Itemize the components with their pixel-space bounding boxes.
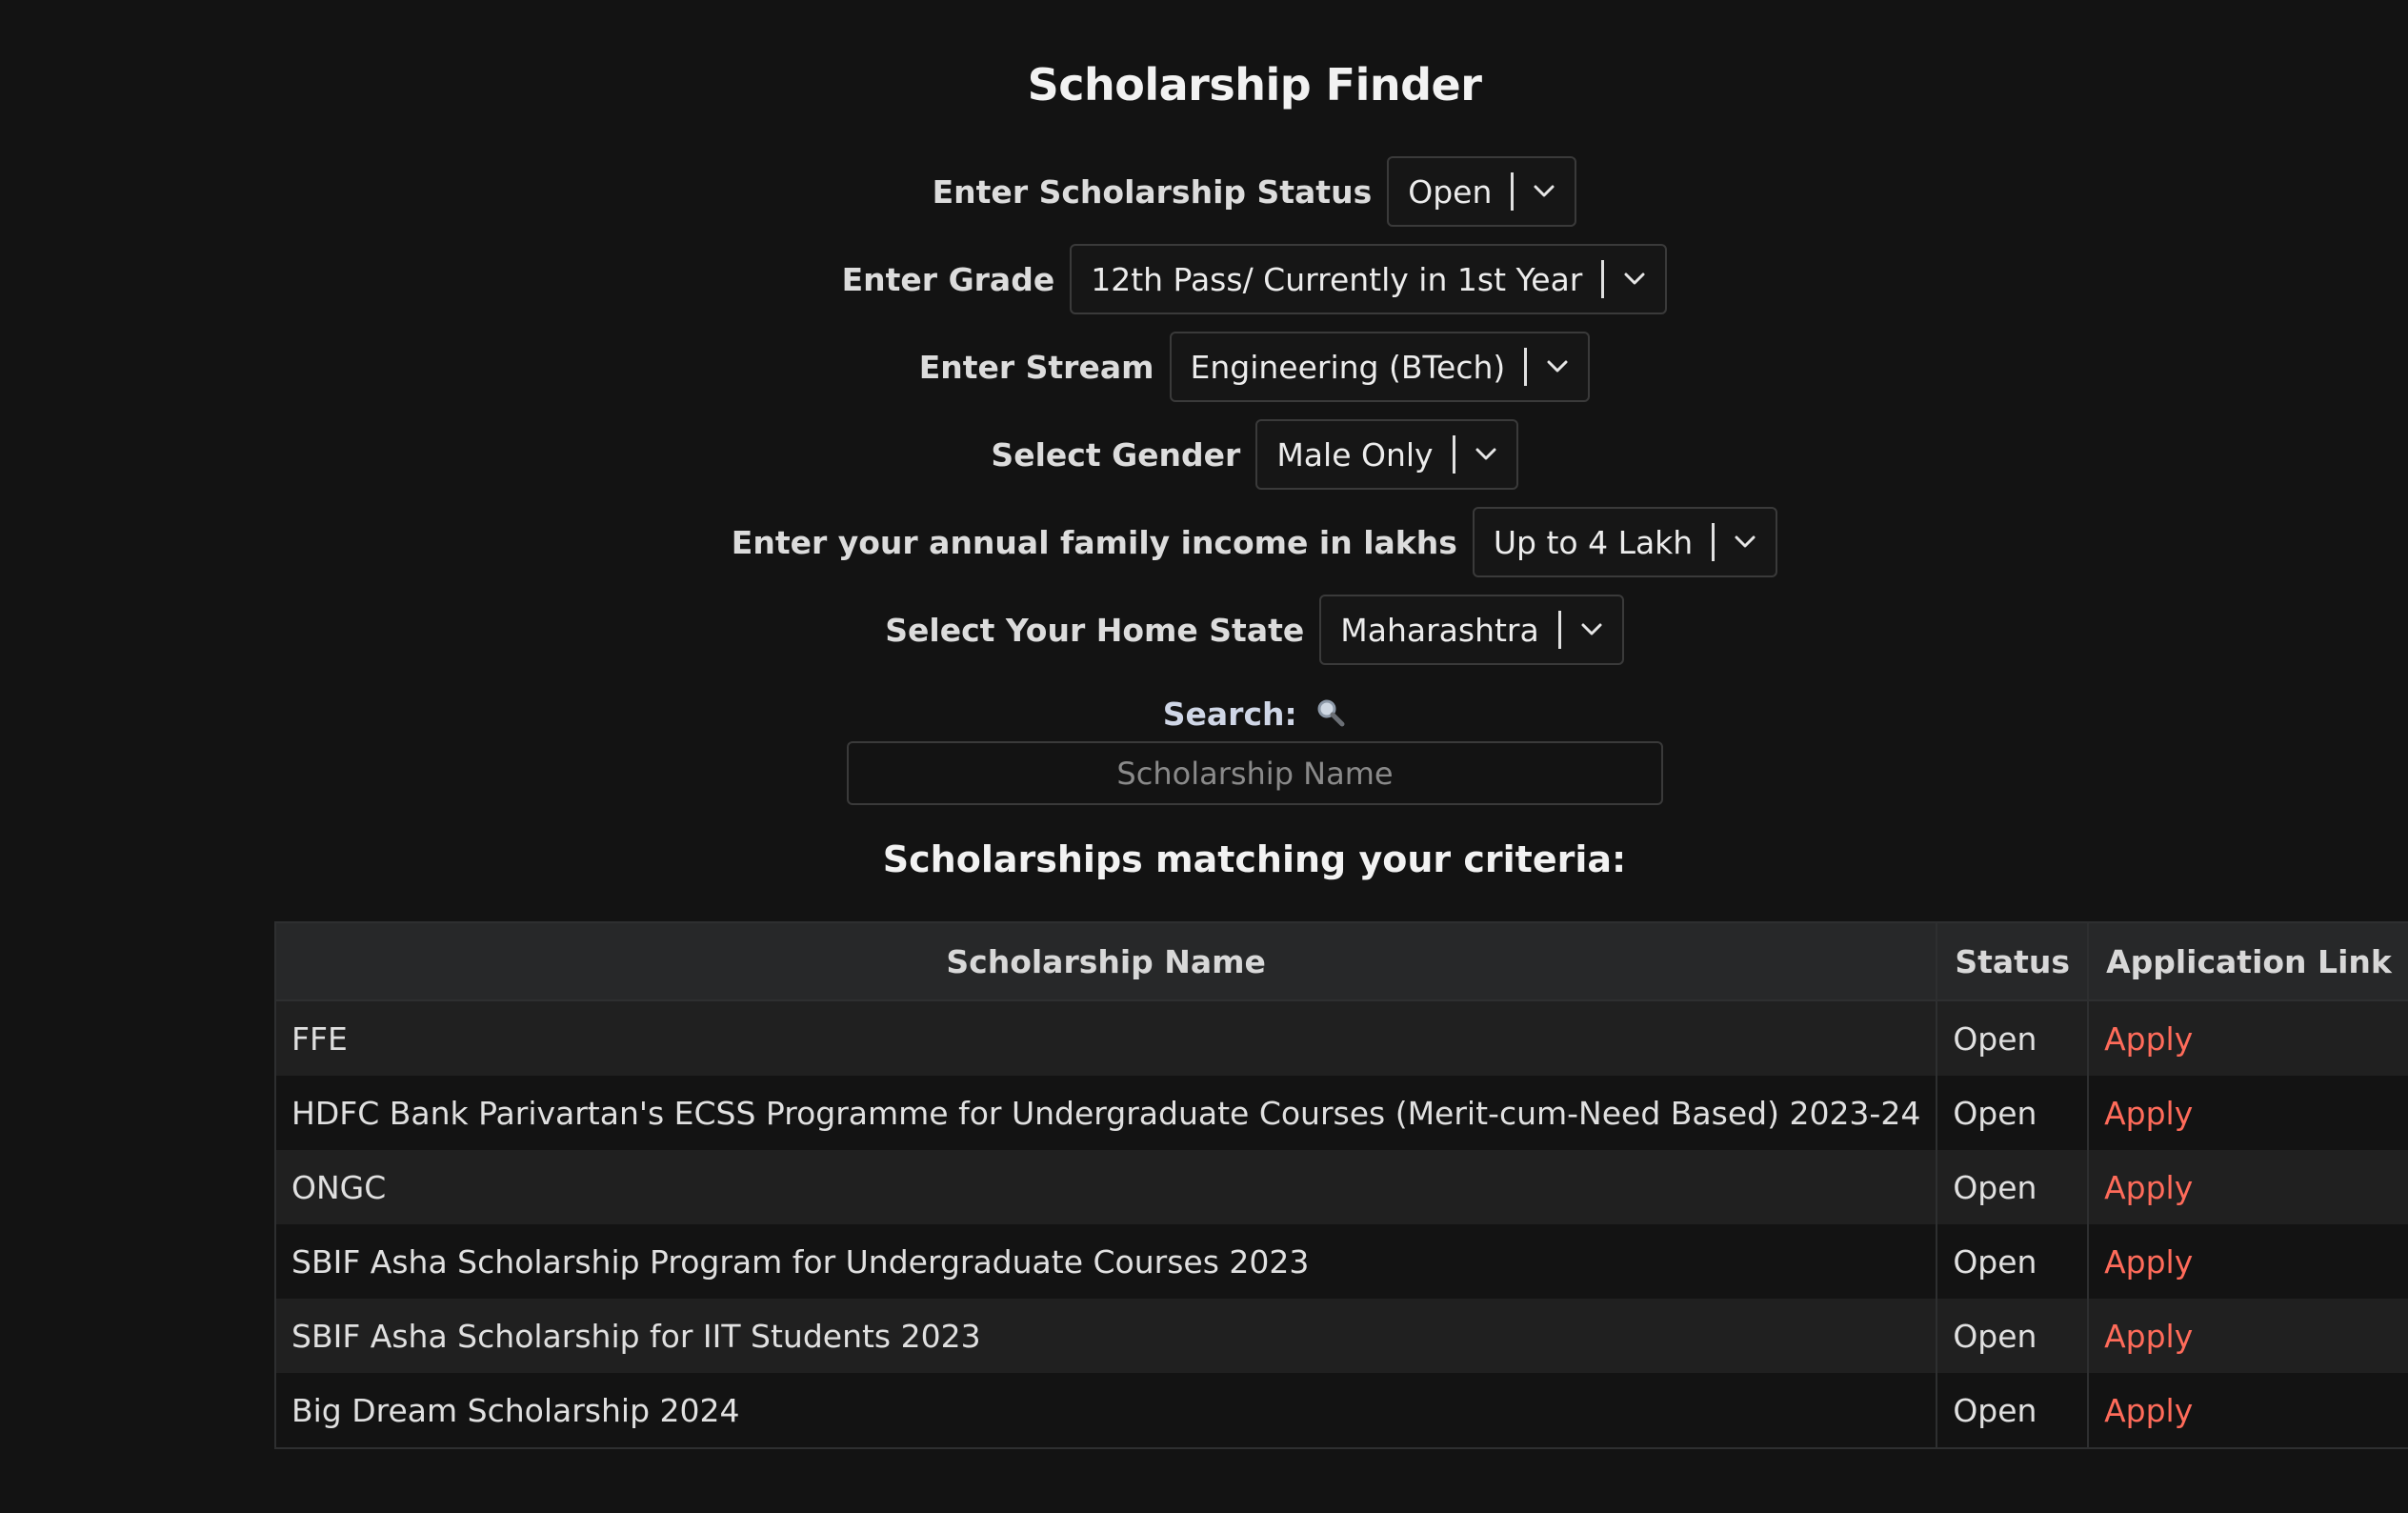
chevron-down-icon[interactable] [1623,268,1646,291]
filter-label-income: Enter your annual family income in lakhs [731,523,1457,561]
filter-label-grade: Enter Grade [841,260,1055,298]
apply-link[interactable]: Apply [2104,1392,2193,1429]
select-divider [1712,523,1716,561]
search-input[interactable] [847,741,1663,805]
application-link-cell: Apply [2087,1150,2408,1224]
filter-stream-row: Enter Stream Engineering (BTech) [0,331,2408,403]
search-label: Search: [1162,696,1297,733]
filter-gender-row: Select Gender Male Only [0,418,2408,491]
chevron-down-icon[interactable] [1475,443,1497,466]
table-row: SBIF Asha Scholarship Program for Underg… [273,1224,2408,1299]
magnifying-glass-icon [1315,697,1346,736]
apply-link[interactable]: Apply [2104,1095,2193,1132]
home-state-select[interactable]: Maharashtra [1319,595,1624,665]
filter-status-row: Enter Scholarship Status Open [0,155,2408,228]
select-divider [1601,260,1605,298]
chevron-down-icon[interactable] [1533,180,1555,203]
application-link-cell: Apply [2087,1373,2408,1449]
home-state-select-value: Maharashtra [1340,611,1539,649]
table-row: HDFC Bank Parivartan's ECSS Programme fo… [273,1076,2408,1150]
income-select-value: Up to 4 Lakh [1493,523,1694,561]
table-row: ONGC Open Apply [273,1150,2408,1224]
grade-select-value: 12th Pass/ Currently in 1st Year [1091,260,1583,298]
select-divider [1557,611,1561,649]
apply-link[interactable]: Apply [2104,1020,2193,1058]
gender-select-value: Male Only [1276,435,1434,474]
table-row: SBIF Asha Scholarship for IIT Students 2… [273,1299,2408,1373]
filter-label-gender: Select Gender [991,435,1241,474]
scholarship-name-cell: HDFC Bank Parivartan's ECSS Programme fo… [273,1076,1938,1150]
income-select[interactable]: Up to 4 Lakh [1472,507,1778,577]
column-header-status[interactable]: Status [1936,921,2090,1001]
select-divider [1511,172,1515,211]
apply-link[interactable]: Apply [2104,1243,2193,1281]
status-select[interactable]: Open [1387,156,1577,227]
chevron-down-icon[interactable] [1734,531,1756,554]
status-cell: Open [1936,1224,2090,1299]
filter-income-row: Enter your annual family income in lakhs… [0,506,2408,578]
column-header-link[interactable]: Application Link [2087,921,2408,1001]
gender-select[interactable]: Male Only [1255,419,1518,490]
status-cell: Open [1936,1150,2090,1224]
application-link-cell: Apply [2087,1076,2408,1150]
application-link-cell: Apply [2087,1299,2408,1373]
page-title: Scholarship Finder [1027,59,1482,111]
status-cell: Open [1936,1299,2090,1373]
grade-select[interactable]: 12th Pass/ Currently in 1st Year [1070,244,1668,314]
stream-select[interactable]: Engineering (BTech) [1169,332,1591,402]
scholarship-finder-page: Scholarship Finder Enter Scholarship Sta… [0,0,2408,1513]
table-header-row: Scholarship Name Status Application Link [273,921,2408,1001]
table-row: FFE Open Apply [273,1000,2408,1076]
application-link-cell: Apply [2087,1000,2408,1076]
filter-grade-row: Enter Grade 12th Pass/ Currently in 1st … [0,243,2408,315]
filter-label-home-state: Select Your Home State [885,611,1305,649]
status-cell: Open [1936,1373,2090,1449]
apply-link[interactable]: Apply [2104,1318,2193,1355]
results-heading: Scholarships matching your criteria: [882,838,1627,880]
apply-link[interactable]: Apply [2104,1169,2193,1206]
scholarship-name-cell: Big Dream Scholarship 2024 [273,1373,1938,1449]
filter-label-status: Enter Scholarship Status [932,172,1373,211]
status-select-value: Open [1408,172,1493,211]
select-divider [1452,435,1455,474]
scholarship-name-cell: FFE [273,1000,1938,1076]
select-divider [1524,348,1528,386]
table-row: Big Dream Scholarship 2024 Open Apply [273,1373,2408,1449]
scholarship-name-cell: SBIF Asha Scholarship Program for Underg… [273,1224,1938,1299]
chevron-down-icon[interactable] [1546,355,1569,378]
chevron-down-icon[interactable] [1580,618,1603,641]
status-cell: Open [1936,1000,2090,1076]
filter-label-stream: Enter Stream [918,348,1154,386]
filter-home-state-row: Select Your Home State Maharashtra [0,594,2408,666]
scholarship-name-cell: SBIF Asha Scholarship for IIT Students 2… [273,1299,1938,1373]
scholarship-name-cell: ONGC [273,1150,1938,1224]
column-header-name[interactable]: Scholarship Name [273,921,1938,1001]
stream-select-value: Engineering (BTech) [1190,348,1506,386]
results-table: Scholarship Name Status Application Link… [273,921,2408,1449]
search-label-row: Search: [0,696,2408,736]
application-link-cell: Apply [2087,1224,2408,1299]
status-cell: Open [1936,1076,2090,1150]
